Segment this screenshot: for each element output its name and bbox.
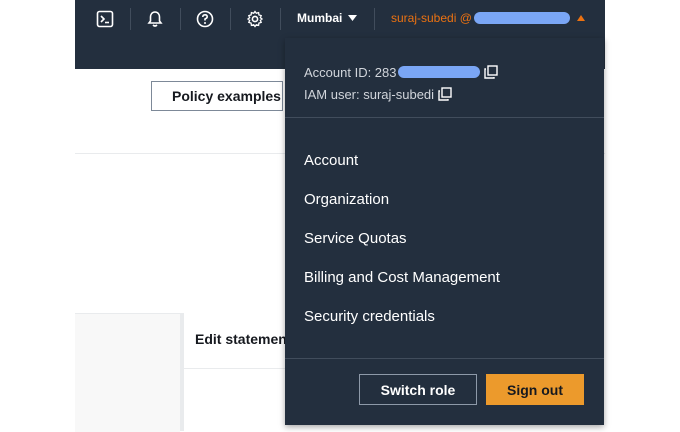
nav-separator [230,8,231,30]
cloudshell-icon[interactable] [95,9,115,29]
policy-examples-button[interactable]: Policy examples [151,81,283,111]
account-id-label: Account ID: 283 [304,64,397,80]
switch-role-button[interactable]: Switch role [359,374,477,405]
settings-icon[interactable] [245,9,265,29]
left-panel [75,313,180,432]
account-id-row: Account ID: 283 [304,62,498,82]
menu-item-account[interactable]: Account [304,152,358,169]
nav-separator [280,8,281,30]
help-icon[interactable] [195,9,215,29]
iam-user-row: IAM user: suraj-subedi [304,84,498,104]
caret-up-icon[interactable] [577,15,585,21]
sign-out-button[interactable]: Sign out [486,374,584,405]
redacted-account-number [397,66,480,78]
copy-icon[interactable] [438,87,452,101]
menu-item-security-credentials[interactable]: Security credentials [304,308,435,325]
menu-item-service-quotas[interactable]: Service Quotas [304,230,407,247]
copy-icon[interactable] [483,65,498,79]
edit-statement-heading: Edit statemen [195,331,287,347]
divider [285,358,604,359]
caret-down-icon [348,15,358,21]
account-info: Account ID: 283 IAM user: suraj-subedi [304,62,498,106]
region-label: Mumbai [297,11,343,25]
divider [285,117,604,118]
account-username: suraj-subedi @ [391,11,472,25]
account-menu-button[interactable]: suraj-subedi @ [391,11,570,25]
panel-divider[interactable] [180,313,184,431]
redacted-account-id [473,12,570,24]
menu-item-billing[interactable]: Billing and Cost Management [304,269,500,286]
divider [184,368,294,369]
iam-user-label: IAM user: suraj-subedi [304,86,435,102]
bell-icon[interactable] [145,9,165,29]
nav-separator [130,8,131,30]
region-selector[interactable]: Mumbai [297,11,358,25]
nav-separator [180,8,181,30]
account-dropdown: Account ID: 283 IAM user: suraj-subedi A… [285,38,604,425]
menu-item-organization[interactable]: Organization [304,191,389,208]
nav-separator [374,8,375,30]
